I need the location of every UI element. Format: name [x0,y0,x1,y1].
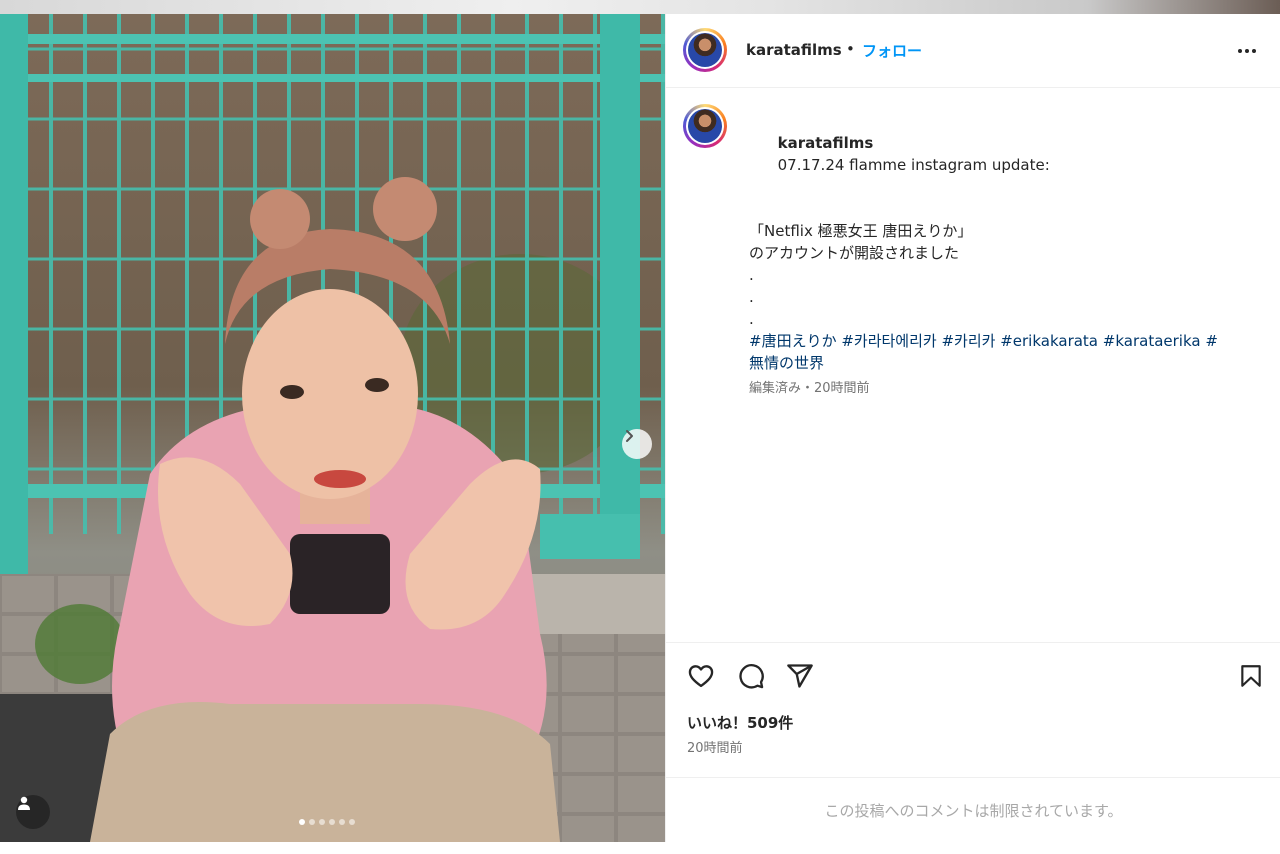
photo-illustration [0,14,665,842]
avatar-ring [686,31,724,69]
user-tag-icon [18,796,30,810]
carousel-dot [309,819,315,825]
chevron-right-icon [626,430,633,442]
carousel-next-button[interactable] [622,429,652,459]
post-header: karatafilms • フォロー [666,14,1280,88]
username-link[interactable]: karatafilms [746,41,842,59]
caption-hashtags[interactable]: #唐田えりか #카라타에리카 #카리카 #erikakarata #karata… [749,330,1259,352]
likes-count[interactable]: いいね！509件 [687,712,793,733]
caption-line [749,198,1259,220]
caption-avatar-image [688,109,722,143]
carousel-dot [339,819,345,825]
carousel-dot-active [299,819,305,825]
avatar[interactable] [683,28,727,72]
caption-first-line: karatafilms 07.17.24 flamme instagram up… [749,110,1259,198]
bookmark-icon[interactable] [1238,662,1264,690]
share-icon[interactable] [786,662,814,690]
comment-icon[interactable] [737,662,765,690]
carousel-dot [349,819,355,825]
more-horizontal-icon[interactable] [1236,40,1258,62]
bottom-strip [0,842,1280,854]
heart-icon[interactable] [687,662,715,690]
caption-line: 「Netflix 極悪女王 唐田えりか」 [749,222,973,240]
post-time[interactable]: 20時間前 [687,737,743,756]
caption-username[interactable]: karatafilms [778,134,874,152]
avatar-image [688,33,722,67]
caption-line: . [749,288,754,306]
carousel-dots [299,819,355,825]
caption-line: . [749,266,754,284]
comments-limited-notice: この投稿へのコメントは制限されています。 [666,777,1280,843]
post-caption: karatafilms 07.17.24 flamme instagram up… [749,110,1259,398]
caption-text: 07.17.24 flamme instagram update: [777,156,1050,174]
post-photo[interactable] [0,14,665,842]
caption-avatar-ring [686,107,724,145]
caption-line: のアカウントが開設されました [749,244,960,262]
follow-button[interactable]: フォロー [862,40,922,61]
separator-dot: • [846,40,855,58]
browser-top-strip [0,0,1280,14]
caption-hashtags[interactable]: 無情の世界 [749,352,1259,374]
caption-line: . [749,310,754,328]
carousel-dot [329,819,335,825]
post-actions: いいね！509件 20時間前 [666,642,1280,778]
carousel-dot [319,819,325,825]
caption-avatar[interactable] [683,104,727,148]
user-tag-button[interactable] [16,795,50,829]
post-side-panel: karatafilms • フォロー karatafilms 07.17.24 … [665,14,1280,842]
caption-meta: 編集済み・20時間前 [749,381,870,396]
